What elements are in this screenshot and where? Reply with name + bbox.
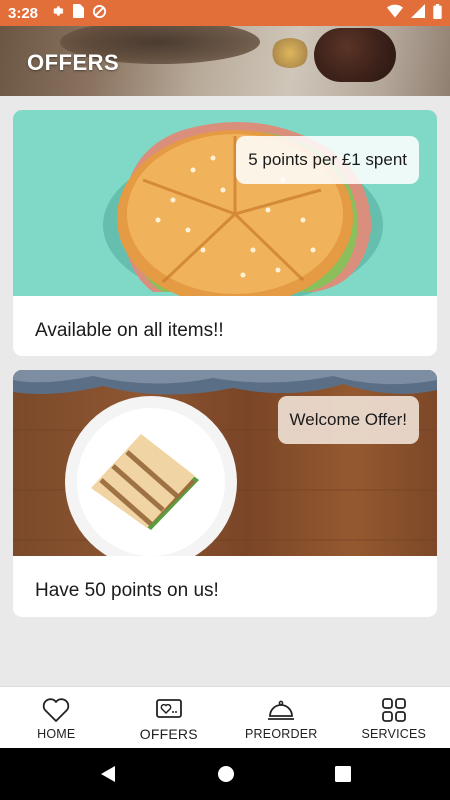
nav-label-offers: OFFERS [139, 725, 198, 742]
recents-icon[interactable] [335, 766, 351, 782]
nav-item-services[interactable]: SERVICES [338, 687, 450, 748]
nav-item-home[interactable]: HOME [0, 687, 113, 748]
status-time: 3:28 [8, 4, 39, 22]
bottom-navigation: HOME OFFERS PREORDER SERVICES [0, 686, 450, 748]
heart-icon [43, 697, 70, 722]
system-navigation-bar [0, 748, 450, 800]
nav-item-preorder[interactable]: PREORDER [225, 687, 338, 748]
header-photo-cake [314, 28, 396, 82]
offer-image-grilled-sandwich: Welcome Offer! [13, 370, 437, 556]
nav-item-offers[interactable]: OFFERS [113, 687, 226, 748]
nav-label-home: HOME [37, 726, 76, 741]
service-bell-icon [268, 700, 295, 720]
offer-caption-points: Available on all items!! [35, 320, 224, 341]
nav-label-services: SERVICES [361, 726, 427, 741]
page-title: OFFERS [27, 50, 120, 75]
offer-caption-welcome: Have 50 points on us! [35, 580, 219, 601]
offers-header-banner: OFFERS [0, 26, 450, 96]
offer-badge-welcome: Welcome Offer! [277, 396, 419, 444]
back-icon[interactable] [99, 765, 117, 783]
wifi-icon [387, 4, 403, 22]
header-photo-crumbs [270, 38, 310, 68]
battery-icon [433, 3, 442, 23]
home-circle-icon[interactable] [217, 765, 235, 783]
sim-card-icon [72, 4, 85, 22]
offer-badge-points: 5 points per £1 spent [236, 136, 419, 184]
signal-icon [411, 4, 425, 22]
gear-icon [50, 4, 64, 22]
offer-image-bagel-sandwich: 5 points per £1 spent [13, 110, 437, 296]
status-bar: 3:28 [0, 0, 450, 26]
offers-heart-card-icon [155, 698, 182, 718]
nav-label-preorder: PREORDER [245, 726, 318, 741]
offer-card-points[interactable]: 5 points per £1 spent Available on all i… [13, 110, 437, 356]
data-saver-icon [92, 4, 107, 23]
grid-icon [381, 697, 406, 722]
offer-card-welcome[interactable]: Welcome Offer! Have 50 points on us! [13, 370, 437, 617]
